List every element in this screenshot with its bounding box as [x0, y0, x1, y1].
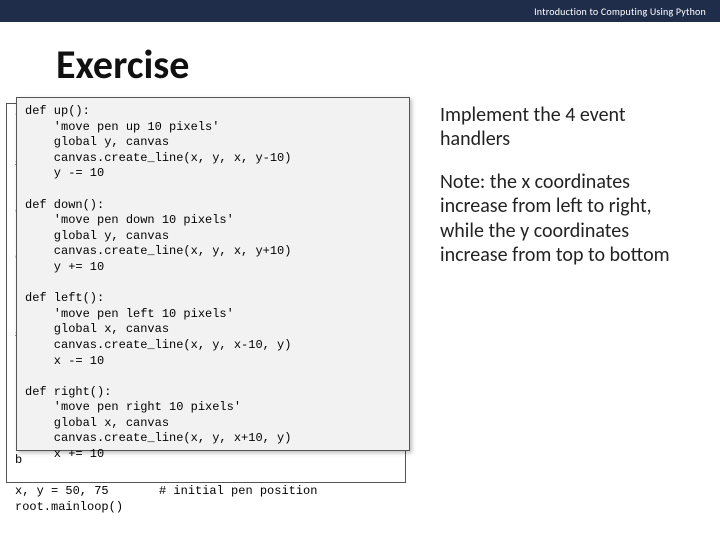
code-block-foreground: def up(): 'move pen up 10 pixels' global… [16, 97, 410, 451]
paragraph-2: Note: the x coordinates increase from le… [440, 170, 700, 268]
header-bar: Introduction to Computing Using Python [0, 0, 720, 22]
course-title: Introduction to Computing Using Python [534, 5, 706, 18]
paragraph-1: Implement the 4 event handlers [440, 103, 700, 152]
slide: Introduction to Computing Using Python E… [0, 0, 720, 540]
page-title: Exercise [0, 22, 720, 103]
body-text: Implement the 4 event handlers Note: the… [440, 103, 700, 267]
